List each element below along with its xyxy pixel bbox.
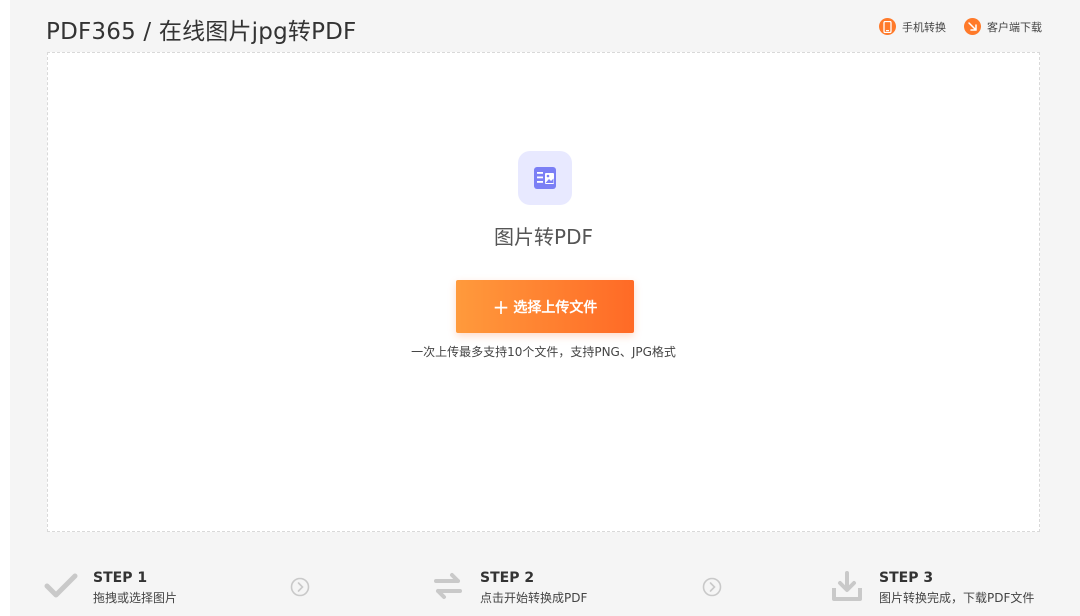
download-client-icon <box>964 18 981 35</box>
mobile-convert-link[interactable]: 手机转换 <box>879 18 946 35</box>
step-3-desc: 图片转换完成，下载PDF文件 <box>879 591 1035 605</box>
select-upload-file-button[interactable]: + 选择上传文件 <box>456 280 634 333</box>
step-3: STEP 3 图片转换完成，下载PDF文件 <box>829 560 1034 607</box>
step-2: STEP 2 点击开始转换成PDF <box>430 560 587 607</box>
step-3-label: STEP 3 <box>879 570 934 586</box>
plus-icon: + <box>492 294 510 319</box>
top-links: 手机转换 客户端下载 <box>879 18 1042 35</box>
step-arrow-2-icon <box>702 577 722 597</box>
check-icon <box>43 568 79 604</box>
image-document-icon <box>518 151 572 205</box>
step-2-label: STEP 2 <box>480 570 535 586</box>
upload-button-label: 选择上传文件 <box>513 299 598 316</box>
mobile-convert-label: 手机转换 <box>902 20 946 34</box>
step-1-desc: 拖拽或选择图片 <box>93 591 178 605</box>
step-2-desc: 点击开始转换成PDF <box>480 591 588 605</box>
client-download-label: 客户端下载 <box>987 20 1042 34</box>
client-download-link[interactable]: 客户端下载 <box>964 18 1042 35</box>
swap-arrows-icon <box>430 568 466 604</box>
step-1: STEP 1 拖拽或选择图片 <box>43 560 177 607</box>
converter-title: 图片转PDF <box>494 225 593 249</box>
steps-bar: STEP 1 拖拽或选择图片 STEP 2 点击开始转换成PDF STEP 3 … <box>10 560 1080 616</box>
step-1-label: STEP 1 <box>93 570 148 586</box>
upload-dropzone[interactable]: 图片转PDF + 选择上传文件 一次上传最多支持10个文件，支持PNG、JPG格… <box>47 52 1040 532</box>
page-title: PDF365 / 在线图片jpg转PDF <box>46 19 357 45</box>
upload-hint: 一次上传最多支持10个文件，支持PNG、JPG格式 <box>411 345 676 359</box>
page: PDF365 / 在线图片jpg转PDF 手机转换 客户端下载 图片转PDF +… <box>10 0 1080 616</box>
download-tray-icon <box>829 568 865 604</box>
phone-icon <box>879 18 896 35</box>
step-arrow-1-icon <box>290 577 310 597</box>
